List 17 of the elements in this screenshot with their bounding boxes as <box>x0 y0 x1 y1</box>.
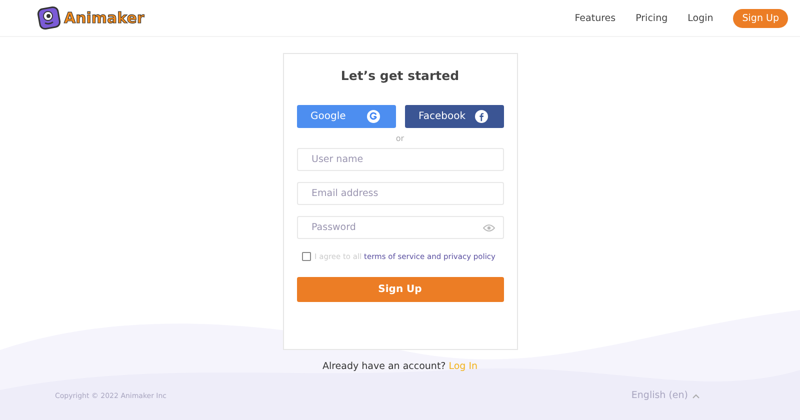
logo-text: Animaker <box>64 9 144 27</box>
google-g-icon <box>366 110 380 123</box>
input-field[interactable]: Password <box>296 216 504 239</box>
agree-checkbox[interactable] <box>302 252 310 261</box>
or-divider-text: or <box>396 134 404 143</box>
monster-logo-icon <box>36 5 62 31</box>
input-field[interactable]: User name <box>296 148 504 171</box>
nav-link[interactable]: Login <box>688 12 714 24</box>
eye-icon[interactable] <box>482 224 494 232</box>
caret-up-icon <box>692 392 700 398</box>
nav-link[interactable]: Features <box>574 12 616 24</box>
input-field[interactable]: Email address <box>296 182 504 205</box>
login-prompt-text: Already have an account? Log In <box>322 361 478 372</box>
card-title: Let’s get started <box>340 68 460 83</box>
facebook-button[interactable]: Facebook <box>404 105 504 128</box>
nav-link[interactable]: Pricing <box>636 12 668 24</box>
facebook-f-icon <box>474 110 488 123</box>
